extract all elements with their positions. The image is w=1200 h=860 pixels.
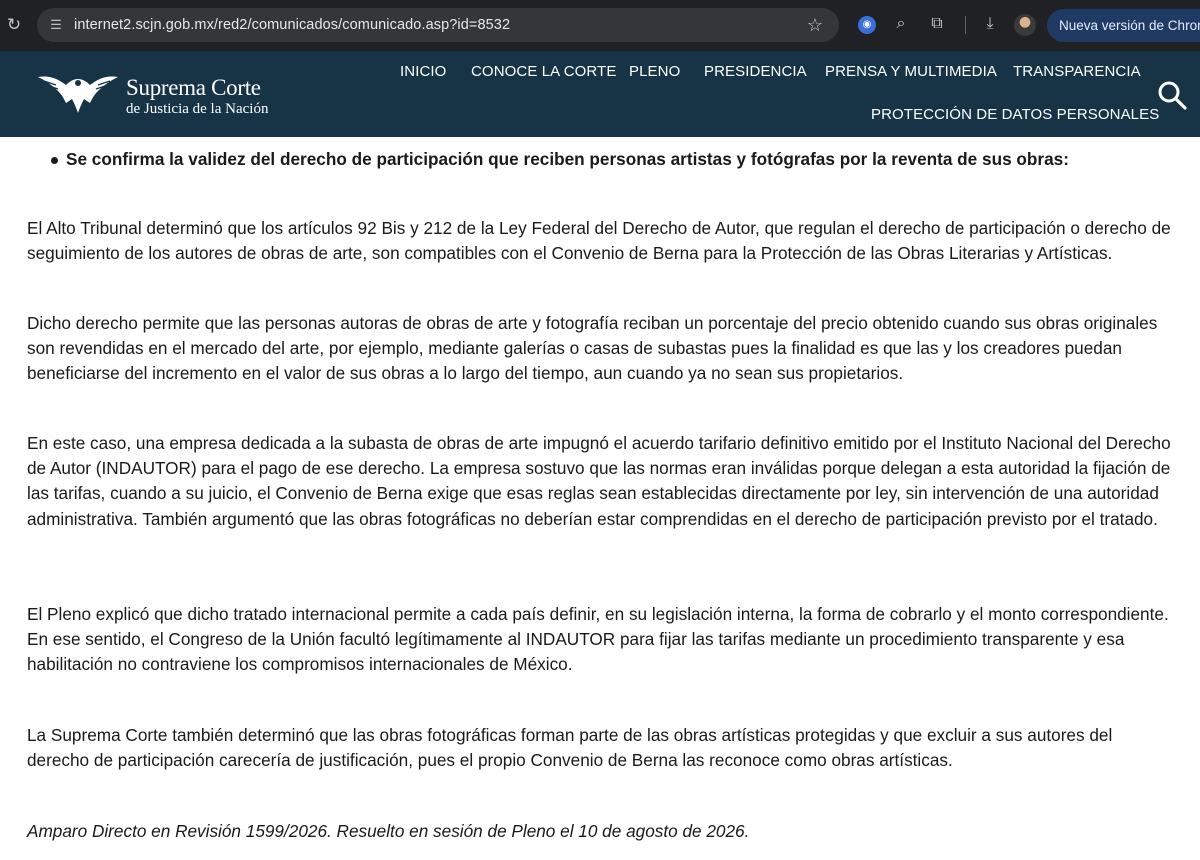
nav-transparencia[interactable]: TRANSPARENCIA [1013, 63, 1141, 80]
profile-avatar[interactable] [1014, 14, 1036, 36]
nav-pleno[interactable]: PLENO [629, 63, 680, 80]
paragraph-3: En este caso, una empresa dedicada a la … [27, 433, 1171, 529]
extensions-puzzle-icon[interactable]: ⧉ [926, 13, 948, 35]
search-icon[interactable] [1157, 80, 1187, 110]
link-icon[interactable]: ⌕ [890, 13, 912, 35]
address-bar[interactable]: ☰ internet2.scjn.gob.mx/red2/comunicados… [37, 8, 839, 42]
chrome-update-button[interactable]: Nueva versión de Chrome [1047, 9, 1200, 42]
nav-presidencia[interactable]: PRESIDENCIA [704, 63, 807, 80]
paragraph-2: Dicho derecho permite que las personas a… [27, 313, 1158, 384]
paragraph-1: El Alto Tribunal determinó que los artíc… [27, 218, 1171, 264]
case-reference: Amparo Directo en Revisión 1599/2026. Re… [27, 821, 750, 841]
extension-icon[interactable]: ◉ [858, 16, 876, 34]
nav-proteccion-de-datos[interactable]: PROTECCIÓN DE DATOS PERSONALES [871, 106, 1159, 123]
site-header: Suprema Corte de Justicia de la Nación I… [0, 51, 1200, 137]
main-nav: INICIO CONOCE LA CORTE PLENO PRESIDENCIA… [0, 51, 1200, 137]
bookmark-star-icon[interactable]: ☆ [803, 13, 827, 37]
url-text[interactable]: internet2.scjn.gob.mx/red2/comunicados/c… [74, 8, 510, 42]
paragraph-5: La Suprema Corte también determinó que l… [27, 725, 1113, 771]
bullet-heading: Se confirma la validez del derecho de pa… [66, 149, 1069, 169]
nav-inicio[interactable]: INICIO [400, 63, 446, 80]
bullet-marker [51, 157, 58, 164]
toolbar-divider [965, 16, 966, 34]
download-icon[interactable]: ⤓ [979, 13, 1001, 35]
paragraph-4: El Pleno explicó que dicho tratado inter… [27, 604, 1169, 675]
browser-toolbar: ↻ ☰ internet2.scjn.gob.mx/red2/comunicad… [0, 0, 1200, 51]
site-info-icon[interactable]: ☰ [46, 15, 66, 35]
nav-prensa-y-multimedia[interactable]: PRENSA Y MULTIMEDIA [825, 63, 997, 80]
reload-icon[interactable]: ↻ [2, 13, 26, 37]
nav-conoce-la-corte[interactable]: CONOCE LA CORTE [471, 63, 616, 80]
